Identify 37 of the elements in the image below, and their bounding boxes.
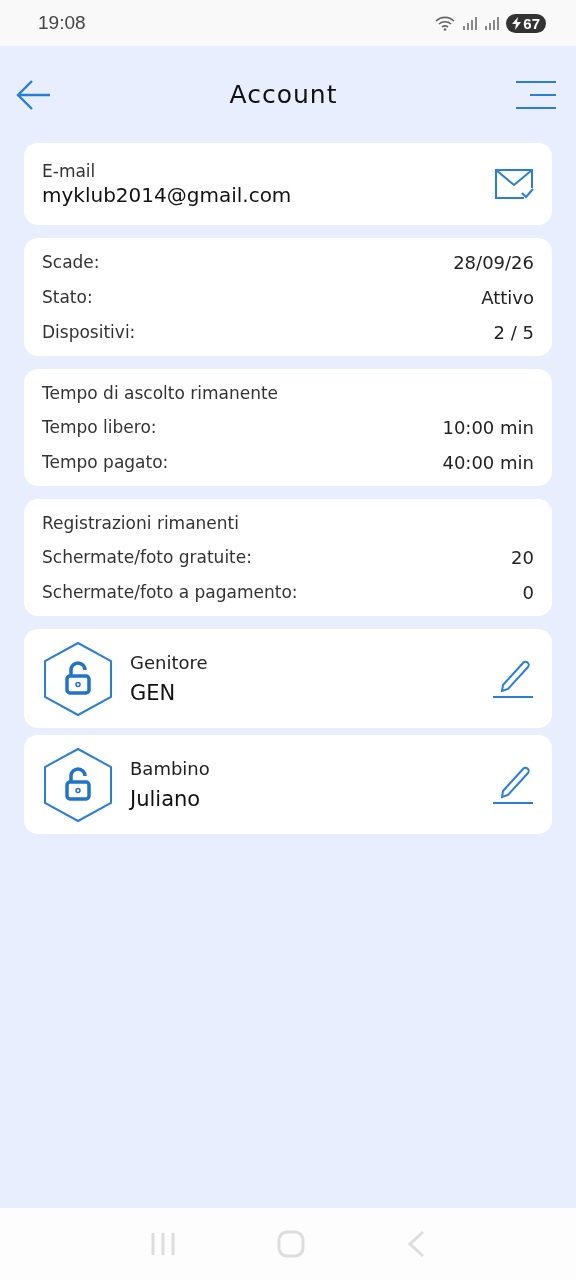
wifi-icon [434,15,457,31]
profile-role: Bambino [130,758,211,779]
info-label: Schermate/foto a pagamento: [42,582,298,603]
info-value: 28/09/26 [453,252,534,273]
email-value: myklub2014@gmail.com [42,183,292,207]
profile-name: GEN [130,681,177,705]
profile-role: Genitore [130,652,209,673]
mail-check-icon [494,168,534,200]
info-value: 2 / 5 [493,322,534,343]
info-value: 10:00 min [442,417,534,438]
signal-icon [462,16,479,30]
info-label: Dispositivi: [42,322,136,343]
info-label: Tempo libero: [42,417,157,438]
section-heading: Registrazioni rimanenti [42,513,240,533]
edit-pencil-icon[interactable] [492,658,534,699]
padlock-icon [42,640,114,717]
email-label: E-mail [42,161,97,181]
edit-pencil-icon[interactable] [492,764,534,805]
info-value: 20 [511,547,534,568]
menu-icon[interactable] [516,79,556,110]
info-label: Scade: [42,252,100,273]
info-value: Attivo [481,287,534,308]
battery-indicator: 67 [506,13,546,33]
info-label: Tempo pagato: [42,452,169,473]
profile-card[interactable]: Genitore GEN [24,629,552,728]
info-label: Stato: [42,287,93,308]
page-title: Account [229,80,338,109]
info-value: 40:00 min [442,452,534,473]
section-heading: Tempo di ascolto rimanente [42,383,280,403]
info-label: Schermate/foto gratuite: [42,547,252,568]
back-arrow-icon[interactable] [15,78,51,111]
profile-name: Juliano [130,787,202,811]
signal-icon [484,16,501,30]
padlock-icon [42,746,114,823]
status-time: 19:08 [38,12,86,34]
info-value: 0 [522,582,534,603]
profile-card[interactable]: Bambino Juliano [24,735,552,834]
